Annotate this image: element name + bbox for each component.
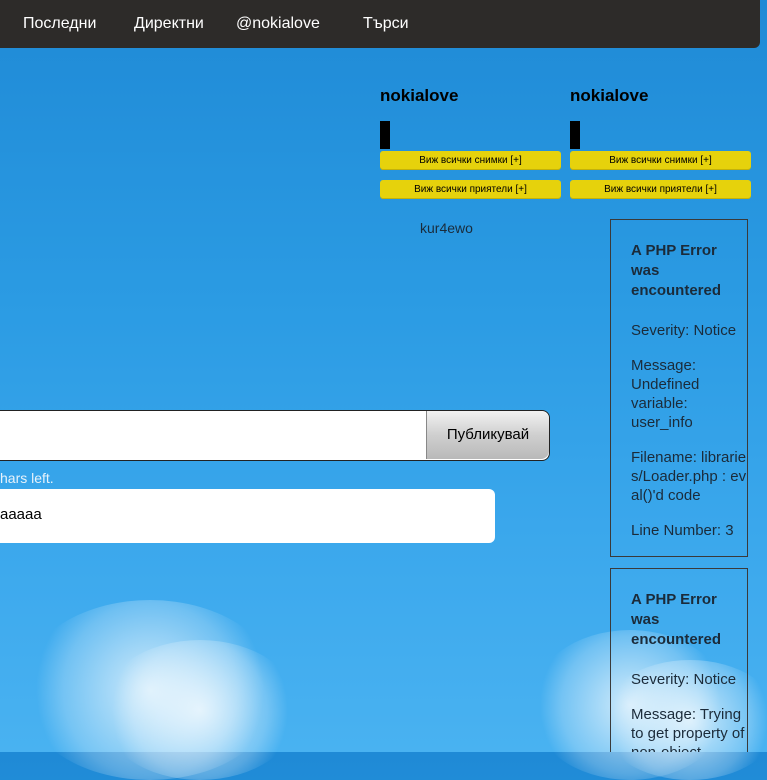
nav-search[interactable]: Търси [363, 15, 409, 33]
php-error-box: A PHP Error was encountered Severity: No… [610, 568, 748, 752]
profile-username[interactable]: nokialove [380, 86, 458, 106]
post-text: aaaaa [0, 506, 42, 523]
friend-link[interactable]: kur4ewo [420, 220, 473, 236]
error-severity: Severity: Notice [631, 322, 737, 339]
publish-button[interactable]: Публикувай [426, 411, 549, 459]
top-navigation-bar: Последни Директни @nokialove Търси [0, 0, 760, 48]
error-message: Message: Undefined variable: user_info [631, 357, 700, 431]
avatar[interactable] [570, 121, 580, 149]
nav-direct[interactable]: Директни [134, 15, 204, 33]
nav-profile[interactable]: @nokialove [236, 15, 320, 33]
post-card: aaaaa [0, 489, 495, 543]
view-all-friends-button[interactable]: Виж всички приятели [+] [570, 180, 751, 199]
error-message: Message: Trying to get property of non-o… [631, 706, 745, 752]
profile-username[interactable]: nokialove [570, 86, 648, 106]
view-all-photos-button[interactable]: Виж всички снимки [+] [380, 151, 561, 170]
error-filename: Filename: libraries/Loader.php : eval()'… [631, 449, 747, 504]
view-all-photos-button[interactable]: Виж всички снимки [+] [570, 151, 751, 170]
cloud-left-2 [100, 640, 300, 780]
error-line: Line Number: 3 [631, 522, 734, 539]
avatar[interactable] [380, 121, 390, 149]
view-all-friends-button[interactable]: Виж всички приятели [+] [380, 180, 561, 199]
chars-left-counter: hars left. [0, 470, 54, 486]
error-title: A PHP Error was encountered [631, 591, 722, 648]
error-severity: Severity: Notice [631, 671, 737, 688]
nav-latest[interactable]: Последни [23, 15, 96, 33]
php-error-box: A PHP Error was encountered Severity: No… [610, 219, 748, 557]
error-title: A PHP Error was encountered [631, 242, 722, 299]
